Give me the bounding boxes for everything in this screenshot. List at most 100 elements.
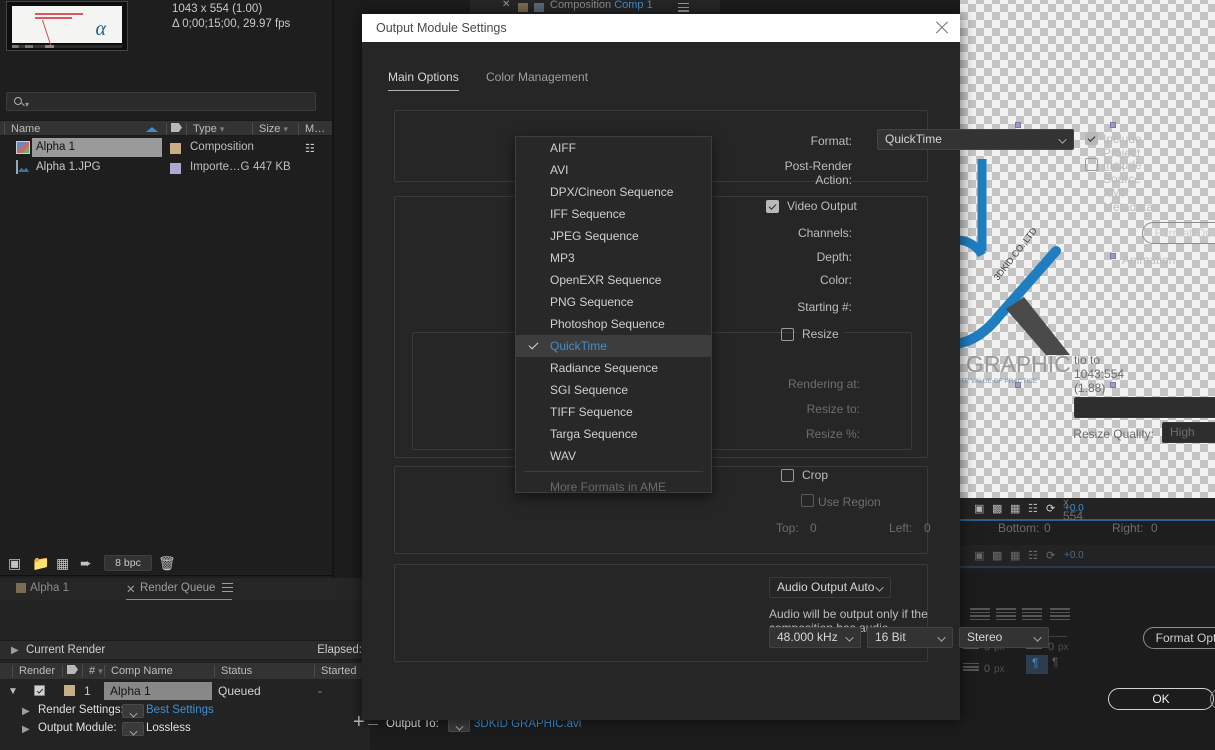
project-search-input[interactable]: ▾ [6,92,316,111]
menu-item-jpeg-sequence[interactable]: JPEG Sequence [516,225,711,247]
histogram-icon[interactable]: ▦ [1010,549,1020,562]
node-tree-icon[interactable]: ☷ [1028,549,1038,562]
menu-item-sgi-sequence[interactable]: SGI Sequence [516,379,711,401]
tab-alpha-1[interactable]: Alpha 1 [30,582,69,594]
column-header-number[interactable]: # ▾ [82,665,103,677]
snapshot-icon[interactable]: ▩ [992,549,1002,562]
snapshot-icon[interactable]: ▩ [992,502,1002,515]
menu-item-mp3[interactable]: MP3 [516,247,711,269]
column-header-type[interactable]: Type ▾ [186,123,224,135]
panel-menu-icon[interactable] [678,3,689,14]
chevron-down-icon[interactable]: ▼ [8,686,18,697]
menu-item-quicktime[interactable]: QuickTime [516,335,711,357]
close-icon[interactable]: ✕ [126,582,136,596]
format-select[interactable]: QuickTime [877,129,1074,150]
include-project-link-checkbox[interactable] [1085,132,1098,145]
current-render-row[interactable]: ▶ Current Render Elapsed: [0,640,370,660]
menu-item-png-sequence[interactable]: PNG Sequence [516,291,711,313]
audio-output-select[interactable]: Audio Output Auto [769,577,891,598]
selection-handle[interactable] [1110,122,1116,128]
list-item[interactable]: Alpha 1 Composition ☷ [0,138,332,157]
refresh-icon[interactable]: ⟳ [1046,502,1055,515]
render-settings-dropdown[interactable] [122,704,144,718]
column-header-name[interactable]: Name [4,123,40,135]
menu-item-openexr-sequence[interactable]: OpenEXR Sequence [516,269,711,291]
menu-item-wav[interactable]: WAV [516,445,711,467]
histogram-icon[interactable]: ▦ [1010,502,1020,515]
indent-right-icon[interactable] [963,663,979,676]
label-color-swatch[interactable] [170,143,181,154]
video-output-checkbox[interactable] [766,200,779,213]
align-right-icon[interactable] [1022,608,1042,623]
crop-icon[interactable]: ▣ [974,549,984,562]
align-justify-icon[interactable] [1050,608,1070,623]
audio-bit-depth-select[interactable]: 16 Bit [867,627,953,648]
exposure-value[interactable]: +0.0 [1064,550,1084,561]
crop-icon[interactable]: ▣ [974,502,984,515]
crop-right-value[interactable]: 0 [1151,521,1158,535]
label-color-swatch[interactable] [64,685,75,696]
menu-item-iff-sequence[interactable]: IFF Sequence [516,203,711,225]
menu-item-avi[interactable]: AVI [516,159,711,181]
render-settings-value[interactable]: Best Settings [146,704,214,716]
column-header-label[interactable] [62,665,78,677]
use-region-of-interest-checkbox[interactable] [801,494,814,507]
column-header-size[interactable]: Size ▾ [252,123,288,135]
menu-item-radiance-sequence[interactable]: Radiance Sequence [516,357,711,379]
render-checkbox[interactable] [34,685,45,696]
format-dropdown-menu[interactable]: AIFF AVI DPX/Cineon Sequence IFF Sequenc… [515,136,712,493]
text-direction-ltr-button[interactable] [1026,655,1048,674]
node-tree-icon[interactable]: ☷ [1028,502,1038,515]
output-to-dropdown[interactable] [448,718,470,732]
panel-menu-icon[interactable] [222,583,233,594]
table-row[interactable]: ▼ 1 Alpha 1 Queued - [0,682,370,700]
output-module-dropdown[interactable] [122,722,144,736]
ok-button[interactable]: OK [1108,688,1214,710]
tab-render-queue[interactable]: ✕ Render Queue [140,582,215,594]
menu-item-targa-sequence[interactable]: Targa Sequence [516,423,711,445]
close-icon[interactable]: ✕ [502,0,510,10]
close-icon[interactable] [934,20,950,36]
align-left-icon[interactable] [970,608,990,623]
chevron-right-icon[interactable]: ▶ [22,706,30,717]
crop-bottom-value[interactable]: 0 [1044,521,1051,535]
tab-color-management[interactable]: Color Management [486,70,588,90]
resize-quality-select[interactable]: High [1162,422,1215,443]
column-header-status[interactable]: Status [214,665,252,677]
align-center-icon[interactable] [996,608,1016,623]
new-composition-icon[interactable]: ▦ [56,555,69,572]
output-module-value[interactable]: Lossless [146,722,191,734]
crop-top-value[interactable]: 0 [810,521,817,535]
composition-tab-label[interactable]: Composition Comp 1 [550,0,653,11]
crop-checkbox[interactable] [781,469,794,482]
interpret-footage-icon[interactable]: ▣ [8,555,21,572]
refresh-icon[interactable]: ⟳ [1046,549,1055,562]
tab-main-options[interactable]: Main Options [388,70,459,91]
column-header-render[interactable]: Render [12,665,55,677]
list-item[interactable]: Alpha 1.JPG Importe…G 447 KB [0,158,332,177]
menu-item-aiff[interactable]: AIFF [516,137,711,159]
column-header-started[interactable]: Started [314,665,356,677]
chevron-right-icon[interactable]: ▶ [11,645,19,656]
menu-item-dpx-cineon-sequence[interactable]: DPX/Cineon Sequence [516,181,711,203]
column-header-more[interactable]: M… [298,123,325,135]
crop-left-value[interactable]: 0 [924,521,931,535]
audio-channels-select[interactable]: Stereo [959,627,1049,648]
new-folder-icon[interactable]: 📁 [32,555,49,572]
chevron-right-icon[interactable]: ▶ [22,724,30,735]
resize-preset-select[interactable] [1074,397,1215,418]
column-header-label[interactable] [166,123,182,135]
audio-format-options-button[interactable]: Format Options… [1143,627,1215,649]
text-direction-rtl-button[interactable]: ¶ [1052,655,1058,669]
menu-item-photoshop-sequence[interactable]: Photoshop Sequence [516,313,711,335]
column-header-comp-name[interactable]: Comp Name [104,665,173,677]
menu-item-tiff-sequence[interactable]: TIFF Sequence [516,401,711,423]
include-xmp-checkbox[interactable] [1085,158,1098,171]
project-settings-icon[interactable]: ➨ [80,555,92,572]
indent-right-value[interactable]: 0 [984,663,990,675]
audio-sample-rate-select[interactable]: 48.000 kHz [769,627,861,648]
resize-checkbox[interactable] [781,328,794,341]
label-color-swatch[interactable] [170,163,181,174]
format-options-button[interactable]: Format Options… [1142,222,1215,244]
delete-icon[interactable]: 🗑 [158,555,176,572]
